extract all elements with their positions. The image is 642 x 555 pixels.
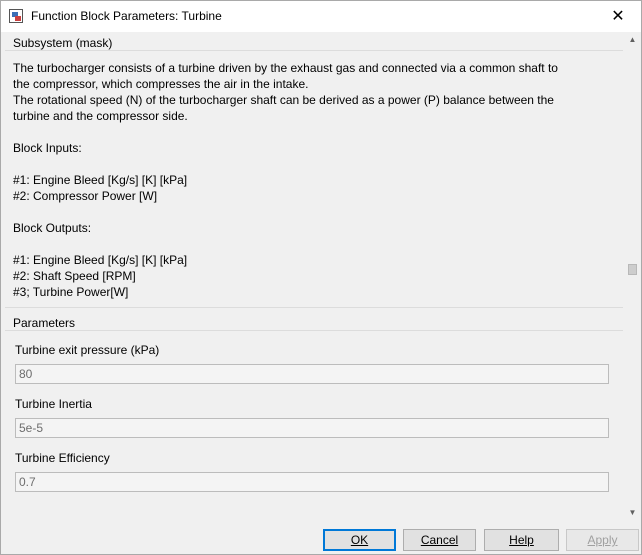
cancel-button-label: Cancel <box>420 533 459 547</box>
description-line: #1: Engine Bleed [Kg/s] [K] [kPa] <box>13 253 188 267</box>
description-line: #2: Compressor Power [W] <box>13 189 158 203</box>
window-title: Function Block Parameters: Turbine <box>31 9 222 23</box>
block-outputs-heading: Block Outputs: <box>13 221 92 235</box>
turbine-exit-pressure-field[interactable]: 80 <box>15 364 609 384</box>
description-line: The turbocharger consists of a turbine d… <box>13 61 558 75</box>
scroll-thumb[interactable] <box>628 264 637 275</box>
title-bar: Function Block Parameters: Turbine ✕ <box>1 1 641 32</box>
turbine-efficiency-field[interactable]: 0.7 <box>15 472 609 492</box>
turbine-inertia-field[interactable]: 5e-5 <box>15 418 609 438</box>
help-button-label: Help <box>509 533 534 547</box>
apply-button-label: Apply <box>587 533 618 547</box>
description-line: #2: Shaft Speed [RPM] <box>13 269 136 283</box>
cancel-button[interactable]: Cancel <box>403 529 476 551</box>
mask-description: The turbocharger consists of a turbine d… <box>5 50 623 308</box>
ok-button[interactable]: OK <box>323 529 396 551</box>
description-line: The rotational speed (N) of the turbocha… <box>13 93 554 107</box>
dialog-window: Function Block Parameters: Turbine ✕ Sub… <box>0 0 642 555</box>
mask-group-title: Subsystem (mask) <box>13 36 113 50</box>
scroll-up-icon[interactable]: ▲ <box>625 32 640 47</box>
parameters-panel: Turbine exit pressure (kPa) 80 Turbine I… <box>5 330 623 517</box>
description-line: turbine and the compressor side. <box>13 109 188 123</box>
description-line: the compressor, which compresses the air… <box>13 77 309 91</box>
dialog-content: Subsystem (mask) The turbocharger consis… <box>1 32 641 522</box>
ok-button-label: OK <box>350 533 369 547</box>
apply-button[interactable]: Apply <box>566 529 639 551</box>
turbine-efficiency-label: Turbine Efficiency <box>15 451 110 465</box>
turbine-exit-pressure-label: Turbine exit pressure (kPa) <box>15 343 160 357</box>
block-inputs-heading: Block Inputs: <box>13 141 82 155</box>
simulink-block-icon <box>9 9 23 23</box>
description-line: #3; Turbine Power[W] <box>13 285 129 299</box>
vertical-scrollbar[interactable]: ▲ ▼ <box>625 32 640 520</box>
close-button[interactable]: ✕ <box>595 1 641 32</box>
description-line: #1: Engine Bleed [Kg/s] [K] [kPa] <box>13 173 188 187</box>
parameters-group-title: Parameters <box>13 316 76 330</box>
turbine-inertia-label: Turbine Inertia <box>15 397 92 411</box>
help-button[interactable]: Help <box>484 529 559 551</box>
scroll-down-icon[interactable]: ▼ <box>625 505 640 520</box>
